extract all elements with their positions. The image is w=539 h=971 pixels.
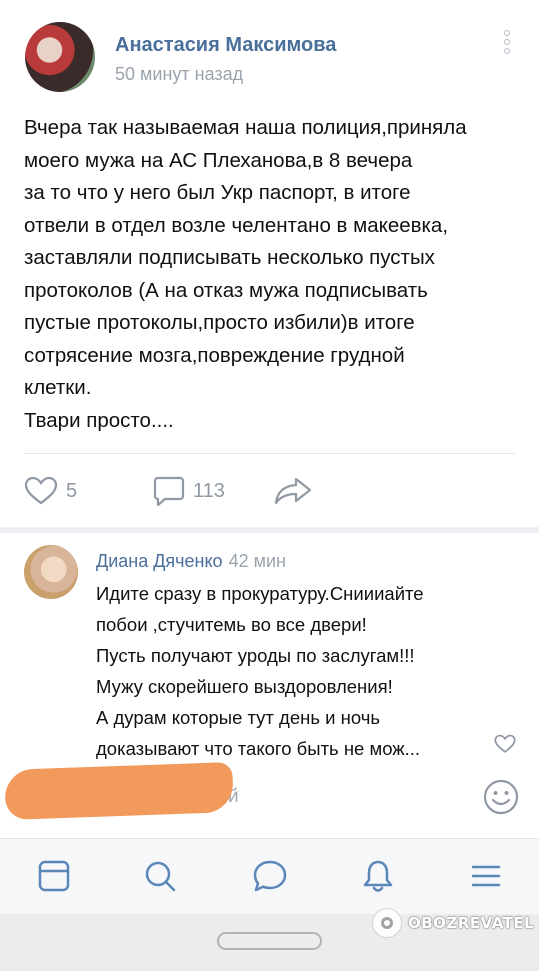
- post-timestamp: 50 минут назад: [115, 64, 244, 84]
- tab-news[interactable]: [36, 858, 72, 899]
- section-separator: [0, 527, 539, 533]
- post-card: Анастасия Максимова 50 минут назад Вчера…: [0, 0, 539, 527]
- tab-search[interactable]: [142, 858, 178, 899]
- like-count: 5: [66, 479, 78, 502]
- comment-author-name[interactable]: Диана Дяченко: [96, 551, 223, 571]
- messages-icon: [253, 860, 287, 892]
- news-feed-icon: [38, 860, 70, 892]
- share-button[interactable]: [274, 474, 312, 508]
- like-button[interactable]: 5: [24, 474, 77, 508]
- author-avatar[interactable]: [25, 22, 95, 92]
- share-arrow-icon: [274, 477, 312, 505]
- heart-icon: [24, 476, 58, 505]
- emoji-button[interactable]: [482, 778, 520, 821]
- watermark-logo-icon: [372, 908, 402, 938]
- watermark: OBOZREVATEL: [372, 908, 534, 938]
- heart-icon: [494, 734, 516, 753]
- comment-button[interactable]: 113: [153, 474, 225, 508]
- comment-bubble-icon: [153, 476, 185, 507]
- post-menu-icon[interactable]: [500, 30, 514, 60]
- notifications-bell-icon: [363, 860, 393, 892]
- post-text: Вчера так называемая наша полиция,принял…: [24, 116, 467, 432]
- search-icon: [145, 861, 176, 892]
- comment-author-line: Диана Дяченко 42 мин: [96, 551, 286, 572]
- tab-messages[interactable]: [251, 858, 289, 899]
- post-author-name[interactable]: Анастасия Максимова: [115, 34, 336, 57]
- comment-timestamp: 42 мин: [228, 551, 286, 571]
- comment-text: Идите сразу в прокуратуру.Сниииайте побо…: [96, 583, 424, 759]
- divider: [24, 453, 515, 454]
- comment-count: 113: [193, 479, 225, 502]
- menu-icon: [471, 865, 501, 887]
- smiley-icon: [483, 779, 519, 815]
- home-gesture-pill[interactable]: [217, 932, 322, 950]
- redaction-scribble: [4, 762, 234, 820]
- tab-notifications[interactable]: [360, 858, 396, 899]
- comment-like-button[interactable]: [494, 734, 516, 759]
- tab-menu[interactable]: [468, 858, 504, 899]
- commenter-avatar[interactable]: [24, 545, 78, 599]
- watermark-text: OBOZREVATEL: [408, 914, 535, 932]
